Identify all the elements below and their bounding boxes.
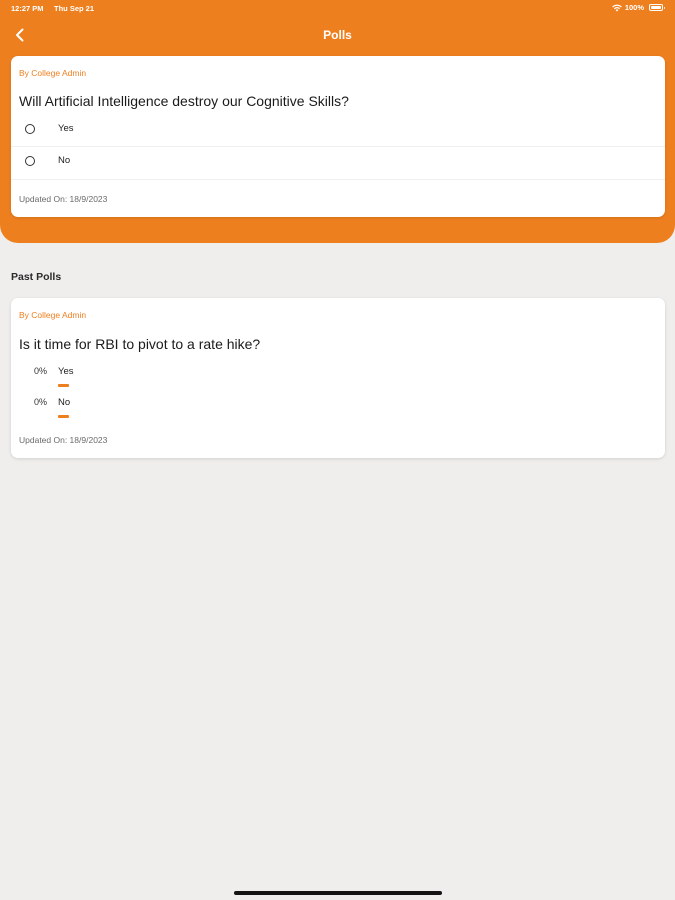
page-title: Polls <box>323 28 352 42</box>
section-title-past-polls: Past Polls <box>11 271 62 283</box>
poll-option-label: Yes <box>58 123 74 134</box>
poll-option-no[interactable]: No <box>11 147 665 180</box>
battery-percent: 100% <box>624 3 644 12</box>
poll-question: Is it time for RBI to pivot to a rate hi… <box>19 336 261 352</box>
past-poll-card: By College Admin Is it time for RBI to p… <box>11 298 665 458</box>
nav-bar: Polls <box>0 20 675 50</box>
poll-option-yes[interactable]: Yes <box>11 114 665 147</box>
wifi-icon <box>612 4 622 11</box>
battery-icon <box>649 4 665 11</box>
current-poll-card: By College Admin Will Artificial Intelli… <box>11 56 665 217</box>
home-indicator[interactable] <box>234 891 442 895</box>
poll-question: Will Artificial Intelligence destroy our… <box>19 93 349 109</box>
poll-updated-date: Updated On: 18/9/2023 <box>19 194 108 204</box>
poll-author: By College Admin <box>19 68 87 78</box>
status-indicators: 100% <box>612 3 665 12</box>
radio-icon[interactable] <box>25 124 35 134</box>
status-bar: 12:27 PM Thu Sep 21 100% <box>0 0 675 18</box>
poll-author: By College Admin <box>19 310 87 320</box>
status-time: 12:27 PM <box>11 4 44 13</box>
result-label: No <box>58 397 71 408</box>
result-bar <box>58 415 69 418</box>
poll-option-label: No <box>58 155 71 166</box>
result-percent: 0% <box>33 366 47 376</box>
result-bar <box>58 384 69 387</box>
poll-updated-date: Updated On: 18/9/2023 <box>19 435 108 445</box>
result-label: Yes <box>58 366 74 377</box>
status-date: Thu Sep 21 <box>54 4 95 13</box>
radio-icon[interactable] <box>25 156 35 166</box>
result-percent: 0% <box>33 397 47 407</box>
